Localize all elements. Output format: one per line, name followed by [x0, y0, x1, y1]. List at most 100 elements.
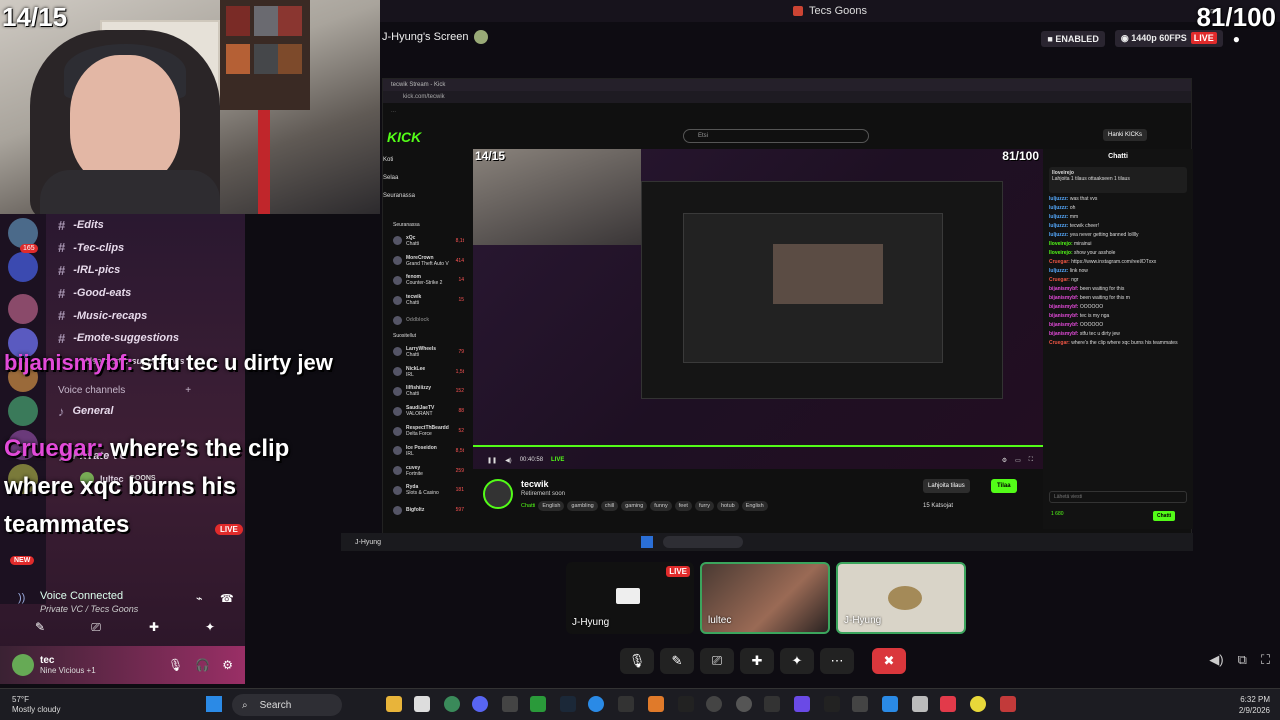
address-bar[interactable]: kick.com/tecwik	[383, 91, 1191, 103]
remote-search-icon[interactable]	[663, 536, 744, 548]
recommended-item[interactable]: Ice Poseidon IRL 8,5t	[363, 441, 468, 461]
chat-send-button[interactable]: Chatti	[1153, 511, 1176, 521]
kick-search-input[interactable]: Etsi	[683, 129, 869, 143]
participant-tile[interactable]: lultec	[700, 562, 830, 634]
recommended-item[interactable]: NickLee IRL 1,5t	[363, 362, 468, 382]
soundboard-button[interactable]: ✦	[780, 648, 814, 674]
avatar[interactable]	[12, 654, 34, 676]
channel-emote-suggestions[interactable]: # -Emote-suggestions	[50, 327, 245, 350]
taskbar-search[interactable]: ⌕ Search	[232, 694, 342, 716]
voice-location[interactable]: Private VC / Tecs Goons	[40, 604, 138, 614]
voice-channel-general[interactable]: ♪ General	[50, 400, 245, 423]
points-count[interactable]: 1 680	[1051, 511, 1064, 517]
settings-icon[interactable]: ⚙	[1002, 457, 1007, 464]
channel-name[interactable]: tecwik	[521, 479, 549, 489]
obs-icon[interactable]	[736, 696, 752, 712]
file-explorer-icon[interactable]	[386, 696, 402, 712]
video-player[interactable]: 14/15 81/100	[473, 149, 1043, 469]
tag[interactable]: furry	[694, 501, 714, 511]
tag[interactable]: feet	[674, 501, 692, 511]
steam-icon[interactable]	[560, 696, 576, 712]
app-icon[interactable]	[414, 696, 430, 712]
recommended-item[interactable]: RespectThBeardd Delta Force 52	[363, 421, 468, 441]
app-icon[interactable]	[852, 696, 868, 712]
gift-sub-button[interactable]: Lahjoita tilaus	[923, 479, 970, 493]
following-item[interactable]: Oddblock	[363, 310, 468, 330]
popout-icon[interactable]: ⧉	[1238, 652, 1247, 668]
following-item[interactable]: fenom Counter-Strike 2 14	[363, 271, 468, 291]
get-kicks-button[interactable]: Hanki KICKs	[1103, 129, 1148, 141]
app-icon[interactable]	[824, 696, 840, 712]
nav-home[interactable]: Koti	[383, 157, 473, 175]
mic-icon[interactable]: 🎙	[168, 658, 183, 672]
enabled-badge[interactable]: ■ ENABLED	[1041, 30, 1105, 47]
tag[interactable]: funny	[650, 501, 672, 511]
voice-channels-header[interactable]: Voice channels +	[50, 380, 245, 400]
xbox-icon[interactable]	[530, 696, 546, 712]
volume-icon[interactable]: ◀)	[505, 457, 512, 464]
app-icon[interactable]	[794, 696, 810, 712]
tag[interactable]: hotub	[716, 501, 739, 511]
recommended-item[interactable]: Bigfoltz 597	[363, 500, 468, 520]
recommended-item[interactable]: Ryda Slots & Casino 181	[363, 481, 468, 501]
tag[interactable]: English	[741, 501, 768, 511]
system-clock[interactable]: 6:32 PM 2/9/2026	[1239, 694, 1270, 716]
channel-music-recaps[interactable]: # -Music-recaps	[50, 304, 245, 327]
seek-bar[interactable]	[473, 445, 1043, 447]
channel-edits[interactable]: # -Edits	[50, 214, 245, 237]
participant-tile[interactable]: J-Hyung	[836, 562, 966, 634]
soundboard-button[interactable]: ✦	[190, 616, 230, 638]
app-icon[interactable]	[970, 696, 986, 712]
tag[interactable]: chill	[600, 501, 619, 511]
nav-following[interactable]: Seuranassa	[383, 193, 473, 211]
channel-avatar[interactable]	[483, 479, 513, 509]
activity-button[interactable]: ✚	[134, 616, 174, 638]
following-item[interactable]: tecwik Chatti 15	[363, 290, 468, 310]
server-icon[interactable]	[8, 294, 38, 324]
channel-irl-pics[interactable]: # -IRL-pics	[50, 259, 245, 282]
recommended-item[interactable]: LarryWheels Chatti 79	[363, 342, 468, 362]
app-icon[interactable]	[648, 696, 664, 712]
disconnect-icon[interactable]: ☎	[220, 592, 234, 605]
browser-tab[interactable]: tecwik Stream - Kick	[383, 79, 1191, 91]
channel-good-eats[interactable]: # -Good-eats	[50, 282, 245, 305]
following-item[interactable]: xQc Chatti 8,1t	[363, 231, 468, 251]
app-icon[interactable]	[588, 696, 604, 712]
windows-start-icon[interactable]	[206, 696, 222, 712]
windows-start-icon[interactable]	[641, 536, 654, 548]
settings-icon[interactable]	[706, 696, 722, 712]
recommended-item[interactable]: SaudiJaeTV VALORANT 88	[363, 401, 468, 421]
app-icon[interactable]	[882, 696, 898, 712]
server-icon[interactable]	[8, 396, 38, 426]
app-icon[interactable]	[912, 696, 928, 712]
server-icon[interactable]	[8, 252, 38, 282]
app-icon[interactable]	[678, 696, 694, 712]
recommended-item[interactable]: lilfishiiizzy Chatti 152	[363, 382, 468, 402]
volume-icon[interactable]: ◀)	[1209, 652, 1223, 668]
chrome-icon[interactable]	[444, 696, 460, 712]
screen-share-button[interactable]: ⎚	[700, 648, 734, 674]
mic-button[interactable]: 🎙	[620, 648, 654, 674]
noise-suppression-icon[interactable]: ⌁	[196, 592, 203, 605]
app-icon[interactable]	[764, 696, 780, 712]
app-icon[interactable]	[502, 696, 518, 712]
settings-icon[interactable]: ⚙	[222, 658, 233, 672]
activities-button[interactable]: ✚	[740, 648, 774, 674]
disconnect-button[interactable]: ✖	[872, 648, 906, 674]
quality-badge[interactable]: ◉ 1440p 60FPS LIVE	[1114, 30, 1223, 47]
more-icon[interactable]: ●	[1233, 32, 1240, 46]
tag[interactable]: gambling	[567, 501, 598, 511]
screen-share-button[interactable]: ⎚	[76, 616, 116, 638]
fullscreen-icon[interactable]: ⛶	[1029, 457, 1043, 464]
following-item[interactable]: MoreCrown Grand Theft Auto V 414	[363, 251, 468, 271]
headphones-icon[interactable]: 🎧	[195, 658, 210, 672]
recommended-item[interactable]: cuvey Fortnite 259	[363, 461, 468, 481]
tag[interactable]: English	[538, 501, 565, 511]
shared-screen[interactable]: tecwik Stream - Kick kick.com/tecwik ⋯ K…	[341, 78, 1193, 551]
channel-tec-clips[interactable]: # -Tec-clips	[50, 237, 245, 260]
pause-icon[interactable]: ❚❚	[487, 457, 497, 464]
theater-icon[interactable]: ▭	[1015, 457, 1021, 464]
subscribe-button[interactable]: Tilaa	[991, 479, 1017, 493]
category-link[interactable]: Chatti	[521, 501, 535, 511]
app-icon[interactable]	[1000, 696, 1016, 712]
